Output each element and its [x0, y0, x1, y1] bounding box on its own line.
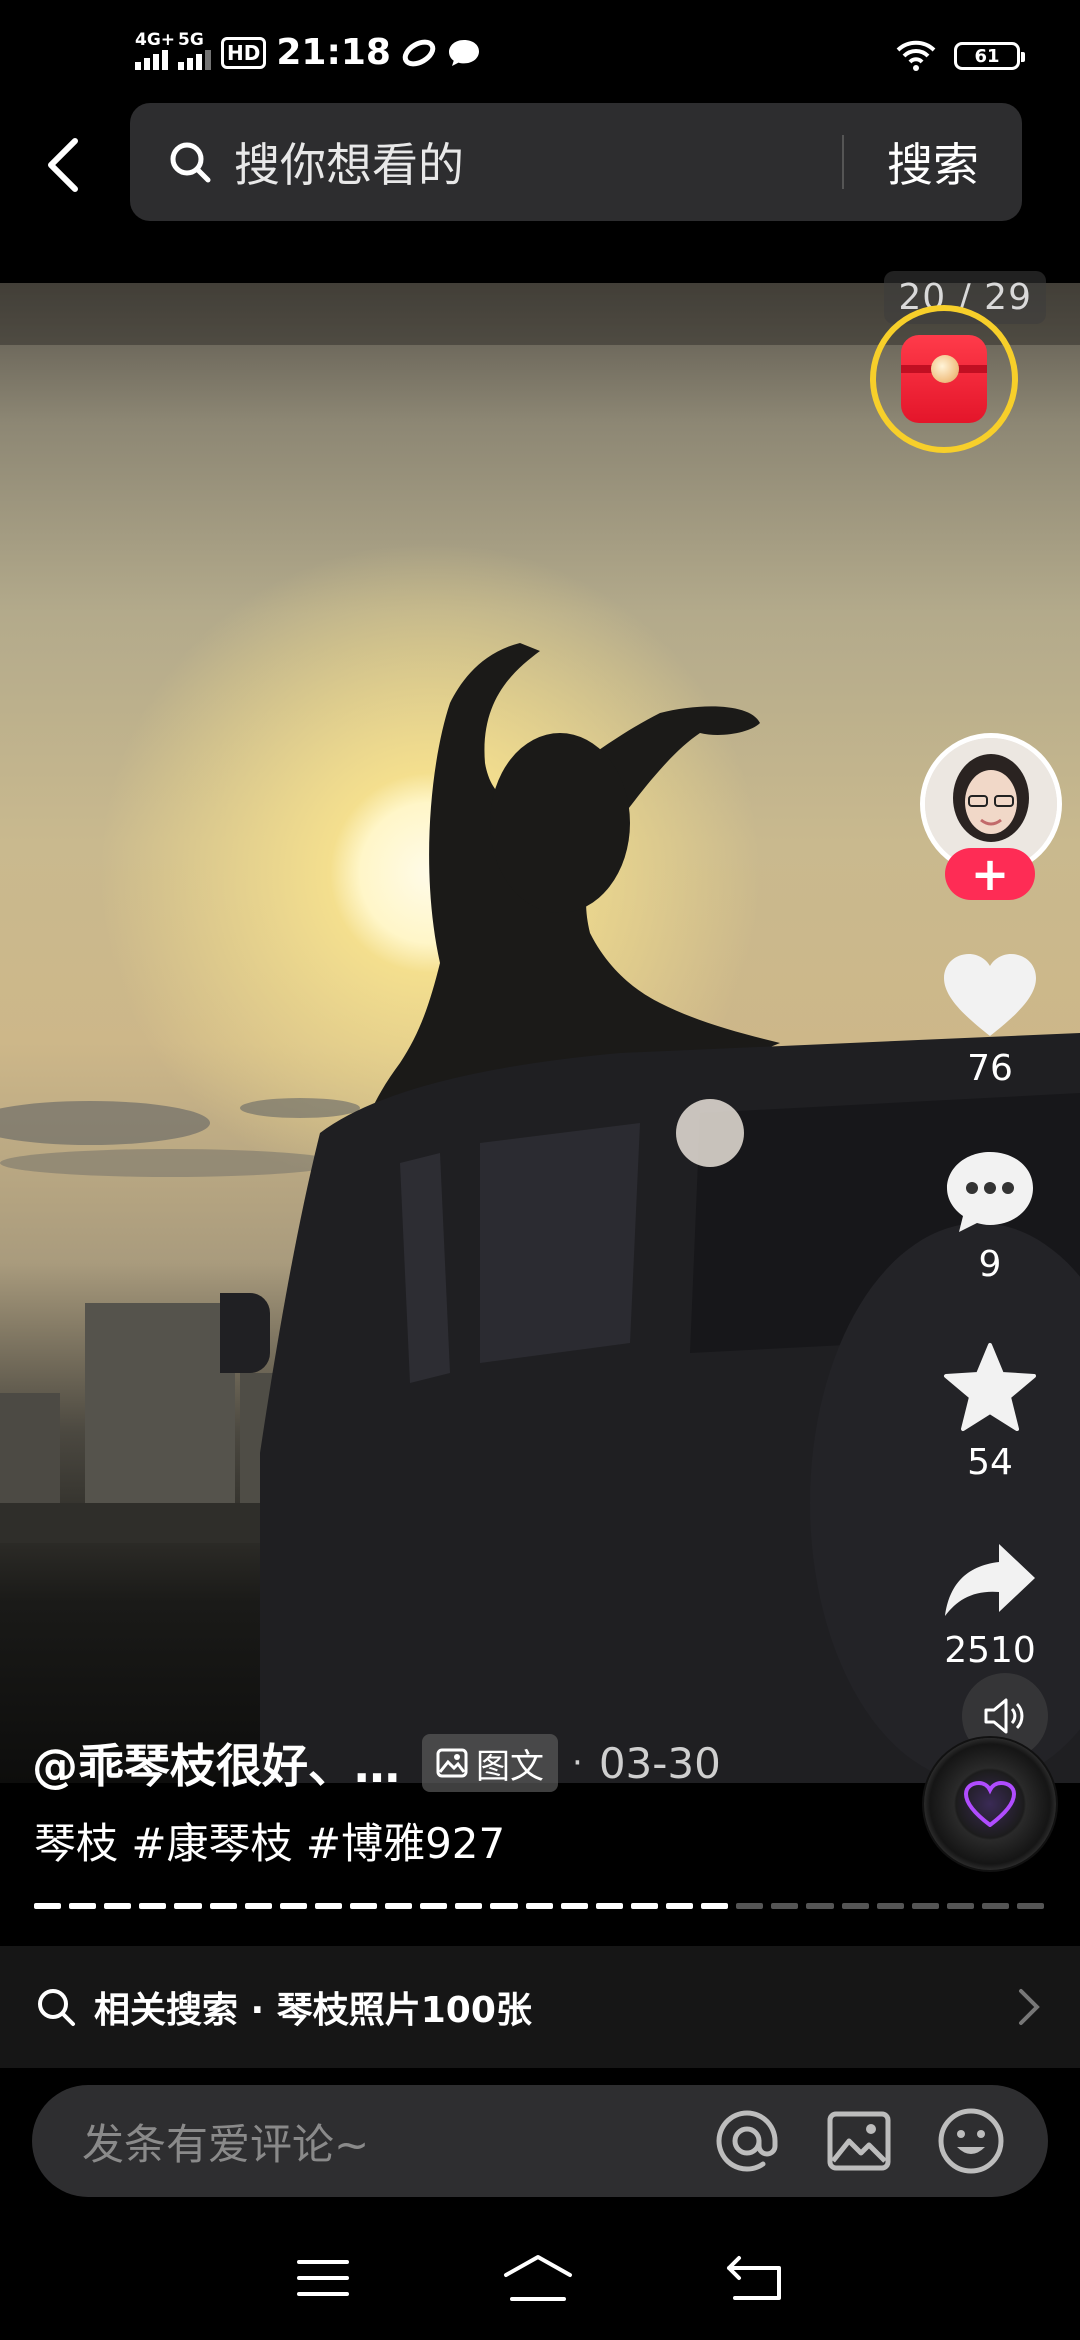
progress-segment [69, 1903, 97, 1909]
network-label-5g: 5G [178, 29, 204, 50]
red-packet-button[interactable] [870, 305, 1018, 453]
progress-segment [946, 1903, 974, 1909]
progress-segment [771, 1903, 799, 1909]
signal-4g-icon: 4G+ [135, 30, 175, 70]
progress-segment [701, 1903, 729, 1909]
author-row: @乖琴枝很好、… 图文 · 03-30 [32, 1733, 721, 1793]
comment-bar[interactable]: 发条有爱评论~ [32, 2085, 1048, 2197]
progress-segment [1017, 1903, 1045, 1909]
progress-segment [455, 1903, 483, 1909]
progress-segment [174, 1903, 202, 1909]
image-text-icon [436, 1748, 468, 1778]
battery-icon: 61 [954, 42, 1025, 70]
search-icon [38, 1989, 75, 2026]
progress-segment [314, 1903, 342, 1909]
progress-segment [806, 1903, 834, 1909]
progress-segment [420, 1903, 448, 1909]
progress-segment [630, 1903, 658, 1909]
progress-segment [525, 1903, 553, 1909]
plus-icon: + [970, 847, 1010, 901]
hd-voice-icon: HD [221, 36, 267, 69]
speaker-icon [984, 1698, 1024, 1734]
progress-segment [209, 1903, 237, 1909]
heart-music-icon [964, 1781, 1016, 1827]
battery-level: 61 [974, 45, 1000, 67]
progress-segment [279, 1903, 307, 1909]
image-progress-bar [34, 1903, 1045, 1909]
progress-segment [841, 1903, 869, 1909]
search-input[interactable]: 搜你想看的 [234, 129, 842, 195]
system-nav-bar [0, 2216, 1080, 2340]
image-icon [827, 2111, 891, 2171]
progress-segment [665, 1903, 694, 1909]
chevron-right-icon [1019, 1989, 1040, 2025]
menu-icon[interactable] [295, 2256, 351, 2300]
progress-segment [911, 1903, 939, 1909]
heart-icon [944, 954, 1036, 1036]
share-button[interactable]: 2510 [900, 1540, 1080, 1671]
comment-button[interactable]: 9 [900, 1148, 1080, 1285]
favorite-button[interactable]: 54 [900, 1342, 1080, 1483]
network-label: 4G+ [135, 29, 176, 50]
progress-segment [34, 1903, 62, 1909]
at-icon [716, 2110, 778, 2172]
back-button[interactable] [38, 130, 88, 200]
chevron-left-icon [48, 138, 78, 192]
progress-segment [876, 1903, 904, 1909]
badge-label: 图文 [476, 1746, 544, 1787]
status-bar: 4G+ 5G HD 21:18 61 [0, 0, 1080, 110]
progress-segment [349, 1903, 378, 1909]
back-nav-icon[interactable] [725, 2254, 785, 2302]
like-button[interactable]: 76 [900, 952, 1080, 1089]
music-disc[interactable] [924, 1738, 1056, 1870]
follow-button[interactable]: + [945, 847, 1035, 901]
favorite-count: 54 [967, 1442, 1013, 1483]
progress-segment [560, 1903, 588, 1909]
message-icon [448, 39, 479, 66]
link-icon [402, 39, 436, 66]
share-count: 2510 [944, 1630, 1036, 1671]
search-bar[interactable]: 搜你想看的 搜索 [130, 103, 1022, 221]
signal-5g-icon: 5G [178, 30, 211, 70]
progress-segment [981, 1903, 1010, 1909]
search-button[interactable]: 搜索 [844, 129, 1022, 195]
related-search-label: 相关搜索 · 琴枝照片100张 [94, 1990, 532, 2031]
home-icon[interactable] [502, 2253, 574, 2303]
wifi-icon [896, 40, 936, 71]
smiley-icon [938, 2108, 1004, 2174]
clock: 21:18 [276, 32, 391, 73]
comment-icon [947, 1152, 1033, 1232]
related-search-bar[interactable]: 相关搜索 · 琴枝照片100张 [0, 1946, 1080, 2068]
search-icon [170, 142, 211, 183]
author-name[interactable]: @乖琴枝很好、… [32, 1730, 400, 1796]
like-count: 76 [967, 1048, 1013, 1089]
progress-segment [244, 1903, 272, 1909]
progress-segment [595, 1903, 623, 1909]
progress-segment [139, 1903, 167, 1909]
star-icon [944, 1343, 1036, 1431]
mention-button[interactable] [712, 2106, 782, 2176]
separator-dot: · [572, 1743, 583, 1783]
progress-segment [490, 1903, 518, 1909]
comment-input[interactable]: 发条有爱评论~ [82, 2111, 712, 2172]
emoji-button[interactable] [936, 2106, 1006, 2176]
post-date: 03-30 [598, 1738, 721, 1788]
post-type-badge: 图文 [422, 1734, 558, 1792]
comment-count: 9 [978, 1244, 1002, 1285]
red-packet-icon [901, 335, 987, 423]
share-arrow-icon [945, 1544, 1035, 1616]
progress-segment [385, 1903, 413, 1909]
progress-segment [736, 1903, 764, 1909]
progress-segment [104, 1903, 132, 1909]
post-description: 琴枝 #康琴枝 #博雅927 [34, 1819, 506, 1868]
image-picker-button[interactable] [824, 2106, 894, 2176]
